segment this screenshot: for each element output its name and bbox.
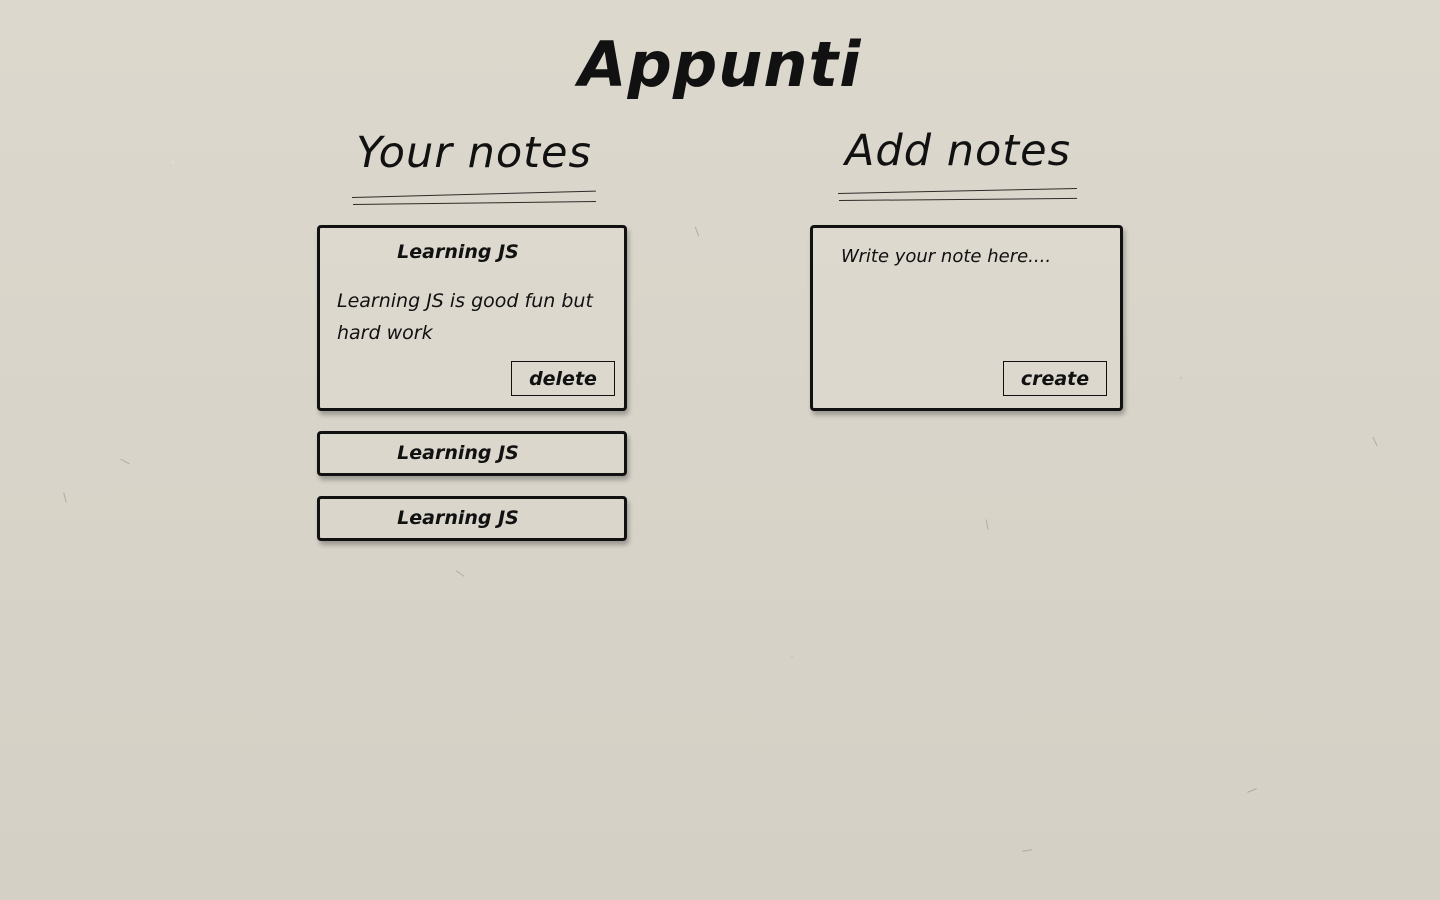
paper-fleck bbox=[455, 570, 465, 577]
paper-fleck bbox=[985, 519, 989, 530]
paper-fleck bbox=[120, 458, 130, 465]
add-notes-heading: Add notes bbox=[845, 126, 1071, 176]
paper-fleck bbox=[1247, 788, 1257, 793]
add-notes-underline bbox=[837, 187, 1077, 194]
note-card-collapsed[interactable]: Learning JS bbox=[317, 431, 627, 476]
note-title: Learning JS bbox=[397, 241, 519, 263]
paper-fleck bbox=[63, 492, 67, 503]
add-notes-underline bbox=[838, 197, 1077, 201]
note-input[interactable] bbox=[841, 246, 1099, 326]
paper-fleck bbox=[1021, 849, 1033, 852]
create-button[interactable]: create bbox=[1003, 361, 1107, 396]
your-notes-underline bbox=[352, 201, 596, 205]
your-notes-underline bbox=[351, 190, 596, 198]
add-note-form: create bbox=[810, 225, 1123, 411]
note-card-expanded[interactable]: Learning JS Learning JS is good fun but … bbox=[317, 225, 627, 411]
note-title: Learning JS bbox=[397, 442, 519, 464]
delete-button[interactable]: delete bbox=[511, 361, 615, 396]
paper-fleck bbox=[694, 226, 700, 237]
app-title: Appunti bbox=[578, 28, 862, 101]
paper-fleck bbox=[1372, 436, 1378, 447]
your-notes-heading: Your notes bbox=[356, 128, 592, 178]
note-card-collapsed[interactable]: Learning JS bbox=[317, 496, 627, 541]
note-title: Learning JS bbox=[397, 507, 519, 529]
note-body: Learning JS is good fun but hard work bbox=[337, 290, 593, 344]
